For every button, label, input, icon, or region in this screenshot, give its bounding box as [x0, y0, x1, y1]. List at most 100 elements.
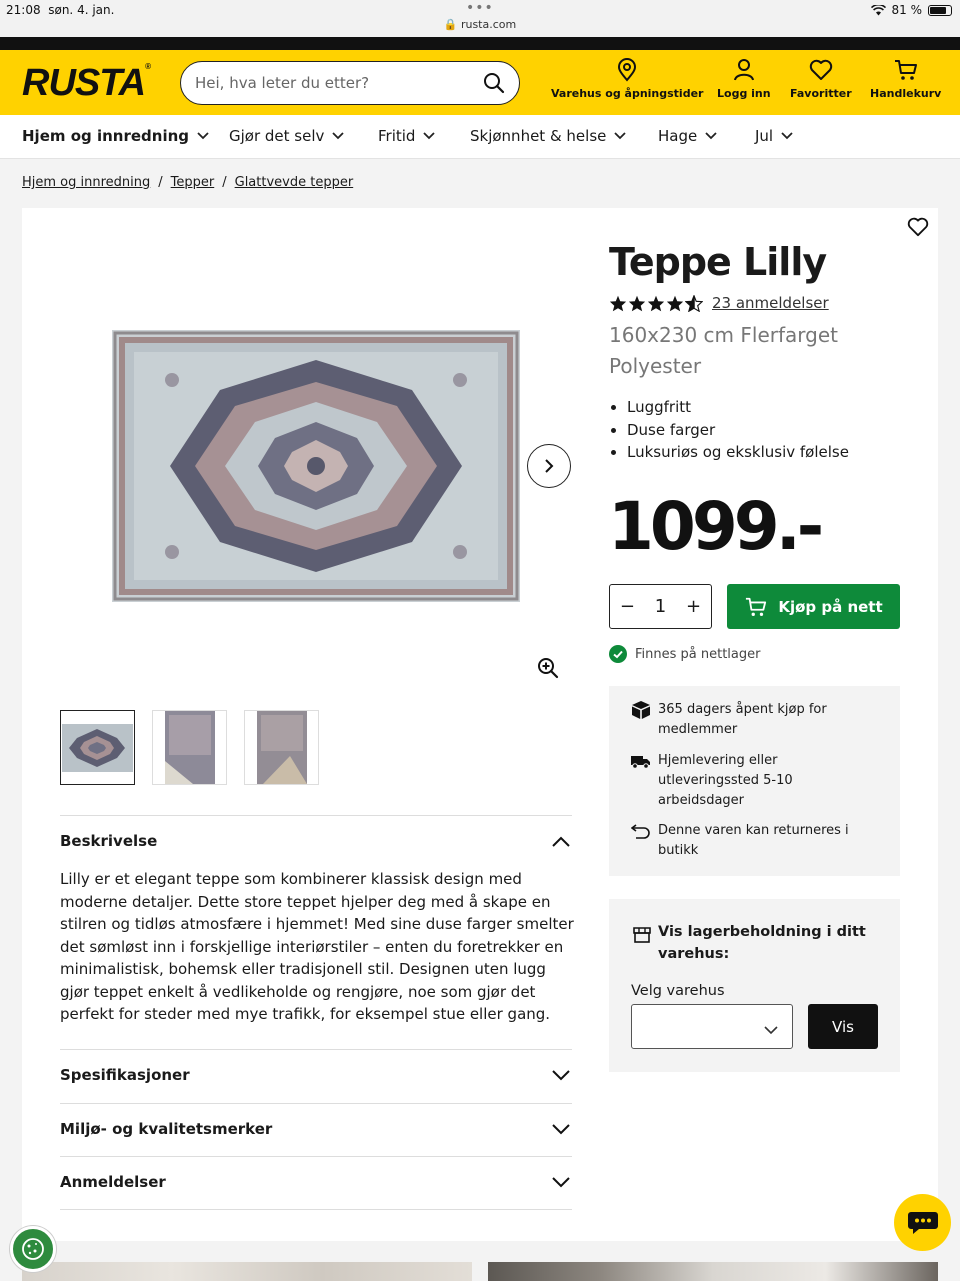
- product-subtitle: 160x230 cm Flerfarget Polyester: [609, 323, 838, 378]
- category-garden[interactable]: Hage: [658, 127, 717, 145]
- check-circle-icon: [609, 645, 627, 663]
- chat-bubble-icon: [907, 1211, 938, 1234]
- category-home-interior[interactable]: Hjem og innredning: [22, 127, 209, 145]
- thumbnail-image[interactable]: [60, 710, 135, 785]
- accordion-title: Beskrivelse: [60, 832, 158, 850]
- category-leisure[interactable]: Fritid: [378, 127, 436, 145]
- star-icon: [666, 295, 684, 311]
- favorites-link[interactable]: Favoritter: [790, 58, 852, 100]
- accordion-title: Spesifikasjoner: [60, 1066, 190, 1084]
- chevron-down-icon: [781, 132, 793, 140]
- search-input[interactable]: [195, 72, 465, 94]
- thumbnail-image[interactable]: [244, 710, 319, 785]
- box-icon: [632, 701, 650, 719]
- battery-icon: [928, 4, 952, 16]
- image-next-button[interactable]: [527, 444, 571, 488]
- buy-online-button[interactable]: Kjøp på nett: [727, 584, 900, 629]
- cart-icon: [746, 597, 767, 616]
- half-star-icon: [685, 294, 703, 312]
- accordion-title: Anmeldelser: [60, 1173, 166, 1191]
- product-card: Beskrivelse Lilly er et elegant teppe so…: [22, 208, 938, 1241]
- address-bar[interactable]: 🔒 rusta.com: [0, 18, 960, 31]
- chevron-down-icon: [705, 132, 717, 140]
- star-icon: [628, 295, 646, 311]
- chevron-down-icon[interactable]: [552, 1066, 570, 1085]
- benefit-row: Hjemlevering eller utleveringssted 5-10 …: [631, 751, 858, 811]
- product-image[interactable]: [112, 330, 520, 602]
- status-bar: 21:08 søn. 4. jan. ••• 🔒 rusta.com 81 %: [0, 0, 960, 37]
- show-stock-button[interactable]: Vis: [808, 1004, 878, 1049]
- chevron-down-icon: [197, 132, 209, 140]
- status-time-date: 21:08 søn. 4. jan.: [6, 3, 115, 17]
- accordion-specifications[interactable]: Spesifikasjoner: [60, 1049, 572, 1103]
- search-box[interactable]: [180, 61, 520, 105]
- wifi-icon: [870, 4, 886, 15]
- chevron-down-icon[interactable]: [552, 1120, 570, 1139]
- breadcrumb-link[interactable]: Glattvevde tepper: [235, 175, 354, 190]
- chevron-right-icon: [545, 459, 554, 473]
- status-right: 81 %: [870, 3, 952, 17]
- more-dots-icon[interactable]: •••: [466, 0, 494, 16]
- store-select-label: Velg varehus: [631, 983, 725, 999]
- chevron-down-icon: [332, 132, 345, 140]
- zoom-in-icon[interactable]: [537, 657, 559, 683]
- stores-link[interactable]: Varehus og åpningstider: [551, 58, 703, 100]
- category-nav: Hjem og innredning Gjør det selv Fritid …: [0, 115, 960, 159]
- star-icon: [647, 295, 665, 311]
- search-icon[interactable]: [483, 72, 505, 98]
- star-icon: [609, 295, 627, 311]
- reviews-link[interactable]: 23 anmeldelser: [712, 294, 829, 312]
- stock-status: Finnes på nettlager: [609, 645, 760, 663]
- store-stock-box: Vis lagerbeholdning i ditt varehus: Velg…: [609, 899, 900, 1072]
- chevron-down-icon: [764, 1020, 778, 1039]
- benefit-row: Denne varen kan returneres i butikk: [631, 821, 858, 861]
- chevron-down-icon[interactable]: [552, 1173, 570, 1192]
- feature-item: Luggfritt: [627, 396, 849, 419]
- site-header: RUSTA® Varehus og åpningstider Logg inn …: [0, 50, 960, 115]
- benefits-box: 365 dagers åpent kjøp for medlemmer Hjem…: [609, 686, 900, 876]
- cookie-settings-button[interactable]: [10, 1226, 56, 1272]
- truck-icon: [631, 756, 650, 769]
- feature-item: Luksuriøs og eksklusiv følelse: [627, 441, 849, 464]
- increase-quantity-button[interactable]: +: [686, 596, 701, 617]
- accordion-title: Miljø- og kvalitetsmerker: [60, 1120, 273, 1138]
- decrease-quantity-button[interactable]: −: [620, 596, 635, 617]
- cookie-icon: [22, 1238, 44, 1260]
- breadcrumb-link[interactable]: Tepper: [171, 175, 215, 190]
- heart-icon: [809, 59, 833, 80]
- cart-icon: [894, 60, 917, 80]
- accordion-reviews[interactable]: Anmeldelser: [60, 1156, 572, 1210]
- user-icon: [733, 59, 754, 81]
- chevron-down-icon: [423, 132, 436, 140]
- product-title: Teppe Lilly: [609, 240, 827, 284]
- category-beauty-health[interactable]: Skjønnhet & helse: [470, 127, 627, 145]
- rusta-logo[interactable]: RUSTA®: [22, 62, 151, 105]
- store-icon: [633, 927, 651, 943]
- recommended-product-image[interactable]: [488, 1262, 938, 1281]
- chevron-up-icon[interactable]: [552, 832, 570, 851]
- category-christmas[interactable]: Jul: [755, 127, 793, 145]
- thumbnail-image[interactable]: [152, 710, 227, 785]
- product-price: 1099.-: [608, 488, 824, 565]
- top-bar: [0, 37, 960, 50]
- benefit-row: 365 dagers åpent kjøp for medlemmer: [631, 700, 858, 740]
- breadcrumb: Hjem og innredning / Tepper / Glattvevde t…: [22, 175, 354, 190]
- cart-link[interactable]: Handlekurv: [870, 58, 941, 100]
- product-features: Luggfritt Duse farger Luksuriøs og ekskl…: [627, 396, 849, 464]
- store-stock-title: Vis lagerbeholdning i ditt varehus:: [658, 924, 866, 962]
- rating-stars[interactable]: 23 anmeldelser: [609, 294, 829, 312]
- recommended-product-image[interactable]: [22, 1262, 472, 1281]
- store-select[interactable]: [631, 1004, 793, 1049]
- product-description: Lilly er et elegant teppe som kombinerer…: [60, 870, 574, 1023]
- image-thumbnails: [60, 710, 319, 785]
- feature-item: Duse farger: [627, 419, 849, 442]
- favorite-heart-icon[interactable]: [907, 217, 929, 241]
- accordion-description[interactable]: Beskrivelse: [60, 815, 572, 865]
- chat-button[interactable]: [894, 1194, 951, 1251]
- category-diy[interactable]: Gjør det selv: [229, 127, 345, 145]
- quantity-value[interactable]: 1: [655, 596, 666, 617]
- breadcrumb-link[interactable]: Hjem og innredning: [22, 175, 150, 190]
- login-link[interactable]: Logg inn: [717, 58, 771, 100]
- return-icon: [631, 824, 650, 839]
- accordion-eco-labels[interactable]: Miljø- og kvalitetsmerker: [60, 1103, 572, 1156]
